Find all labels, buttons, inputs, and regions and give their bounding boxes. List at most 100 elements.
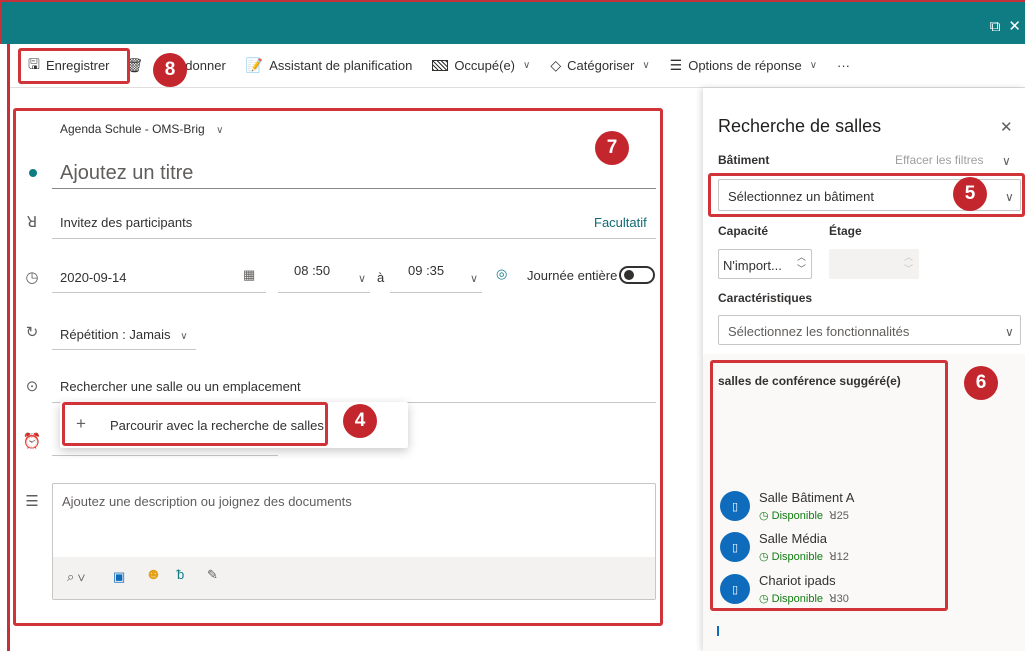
attach-icon[interactable]: ⌕ ∨ — [67, 569, 85, 585]
room-icon: ▯ — [720, 532, 750, 562]
reminder-underline — [52, 455, 278, 456]
annotation-badge: 8 — [153, 53, 187, 87]
scroll-indicator — [717, 626, 719, 636]
emoji-icon[interactable]: ☻ — [145, 566, 162, 584]
room-icon: ▯ — [720, 574, 750, 604]
room-item[interactable]: ▯ Salle Bâtiment A ◷ Disponible ꓤ25 — [718, 487, 938, 523]
room-name: Salle Média — [759, 531, 827, 546]
globe-icon[interactable]: ◎ — [496, 266, 507, 282]
room-icon: ▯ — [720, 491, 750, 521]
response-options-icon: ☰ — [669, 57, 683, 73]
all-day-label: Journée entière — [527, 268, 618, 283]
annotation-badge: 4 — [343, 404, 377, 438]
features-select-value: Sélectionnez les fonctionnalités — [728, 324, 910, 339]
to-label: à — [377, 270, 385, 285]
annotation-badge: 7 — [595, 131, 629, 165]
attendees-underline — [52, 238, 656, 239]
calendar-color-dot — [29, 169, 37, 177]
repeat-selector[interactable]: Répétition : Jamais ∨ — [60, 327, 188, 342]
categorize-button[interactable]: ◇ Catégoriser ∨ — [540, 51, 659, 81]
chevron-down-icon: ∨ — [180, 331, 188, 342]
description-editor[interactable]: Ajoutez une description ou joignez des d… — [52, 483, 656, 600]
features-select[interactable]: Sélectionnez les fonctionnalités ∨ — [718, 315, 1021, 345]
repeat-icon: ↻ — [25, 324, 39, 341]
chevron-down-icon[interactable]: ∨ — [358, 272, 366, 285]
chevron-down-icon: ∨ — [809, 60, 818, 71]
date-underline — [52, 292, 266, 293]
location-pin-icon: ⊙ — [25, 378, 39, 395]
annotation-badge: 6 — [964, 366, 998, 400]
description-icon: ☰ — [25, 493, 39, 510]
room-finder-title: Recherche de salles — [718, 116, 882, 136]
chevron-down-icon: ∨ — [1005, 190, 1014, 204]
chevron-down-icon: ∨ — [523, 60, 531, 71]
title-underline — [52, 188, 656, 189]
room-name: Chariot ipads — [759, 573, 836, 588]
browse-room-finder-option[interactable]: Parcourir avec la recherche de salles — [110, 418, 324, 433]
annotation-badge: 5 — [953, 177, 987, 211]
end-time-underline — [390, 292, 482, 293]
close-panel-icon[interactable]: ✕ — [1000, 118, 1013, 136]
clear-filters-link[interactable]: Effacer les filtres — [895, 153, 983, 167]
plus-icon: + — [76, 414, 86, 433]
signature-icon[interactable]: ✎ — [207, 567, 218, 583]
window-title-bar: ⧉ ✕ — [0, 0, 1025, 44]
person-icon: ꓤ — [26, 214, 38, 231]
location-input[interactable]: Rechercher une salle ou un emplacement — [60, 379, 301, 394]
chevron-down-icon[interactable]: ∨ — [470, 272, 478, 285]
start-time-input[interactable]: 08 :50 — [294, 263, 330, 278]
room-capacity: ꓤ12 — [829, 551, 849, 563]
save-button[interactable]: 🖫 Enregistrer — [18, 51, 120, 81]
optional-attendees-link[interactable]: Facultatif — [594, 215, 647, 230]
title-input[interactable]: Ajoutez un titre — [60, 162, 193, 185]
stepper-arrows-icon[interactable]: ︿ ﹀ — [797, 251, 806, 275]
more-options-button[interactable]: ··· — [827, 51, 860, 81]
calendar-icon[interactable]: ▦ — [243, 267, 255, 283]
response-options-button[interactable]: ☰ Options de réponse ∨ — [660, 51, 827, 81]
floor-label: Étage — [829, 224, 862, 238]
room-name: Salle Bâtiment A — [759, 490, 855, 505]
room-capacity: ꓤ25 — [829, 510, 849, 522]
all-day-toggle[interactable] — [619, 266, 655, 284]
chevron-down-icon: ∨ — [1005, 325, 1014, 339]
busy-status-icon — [432, 60, 449, 71]
building-select-value: Sélectionnez un bâtiment — [728, 189, 874, 204]
capacity-stepper[interactable]: N'import... ︿ ﹀ — [718, 249, 812, 279]
clock-icon: ◷ — [25, 269, 39, 286]
capacity-value: N'import... — [723, 258, 782, 273]
building-label: Bâtiment — [718, 153, 770, 167]
repeat-underline — [52, 349, 196, 350]
start-time-underline — [278, 292, 370, 293]
busy-status-button[interactable]: Occupé(e) ∨ — [422, 51, 540, 81]
close-icon[interactable]: ✕ — [1008, 17, 1021, 35]
availability-status: ◷ Disponible — [759, 510, 824, 522]
attendees-input[interactable]: Invitez des participants — [60, 215, 192, 230]
capacity-label: Capacité — [718, 224, 769, 238]
date-input[interactable]: 2020-09-14 — [60, 270, 127, 285]
room-item[interactable]: ▯ Chariot ipads ◷ Disponible ꓤ30 — [718, 570, 938, 606]
save-icon: 🖫 — [28, 55, 40, 72]
end-time-input[interactable]: 09 :35 — [408, 263, 444, 278]
tag-icon: ◇ — [550, 57, 562, 73]
trash-icon: 🗑 — [125, 57, 144, 73]
calendar-edit-icon: 📝 — [245, 57, 264, 73]
formatting-toolbar: ⌕ ∨ ▣ ☻ ᵬ ✎ — [53, 557, 655, 599]
room-item[interactable]: ▯ Salle Média ◷ Disponible ꓤ12 — [718, 528, 938, 564]
chevron-down-icon[interactable]: ∨ — [1002, 154, 1011, 168]
stepper-arrows-icon: ︿ ﹀ — [904, 252, 914, 274]
highlight-icon[interactable]: ᵬ — [177, 567, 184, 582]
description-input[interactable]: Ajoutez une description ou joignez des d… — [62, 494, 352, 509]
availability-status: ◷ Disponible — [759, 551, 824, 563]
features-label: Caractéristiques — [718, 291, 813, 305]
alarm-icon: ⏰ — [22, 433, 42, 450]
popout-icon[interactable]: ⧉ — [990, 18, 1001, 35]
room-capacity: ꓤ30 — [829, 593, 849, 605]
availability-status: ◷ Disponible — [759, 593, 824, 605]
scheduling-assistant-button[interactable]: 📝 Assistant de planification — [236, 51, 423, 81]
floor-stepper: ︿ ﹀ — [829, 249, 919, 279]
chevron-down-icon: ∨ — [216, 125, 224, 136]
image-icon[interactable]: ▣ — [113, 569, 125, 585]
suggested-rooms-heading: salles de conférence suggéré(e) — [718, 374, 901, 388]
chevron-down-icon: ∨ — [642, 60, 650, 71]
calendar-selector[interactable]: Agenda Schule - OMS-Brig ∨ — [60, 122, 223, 136]
